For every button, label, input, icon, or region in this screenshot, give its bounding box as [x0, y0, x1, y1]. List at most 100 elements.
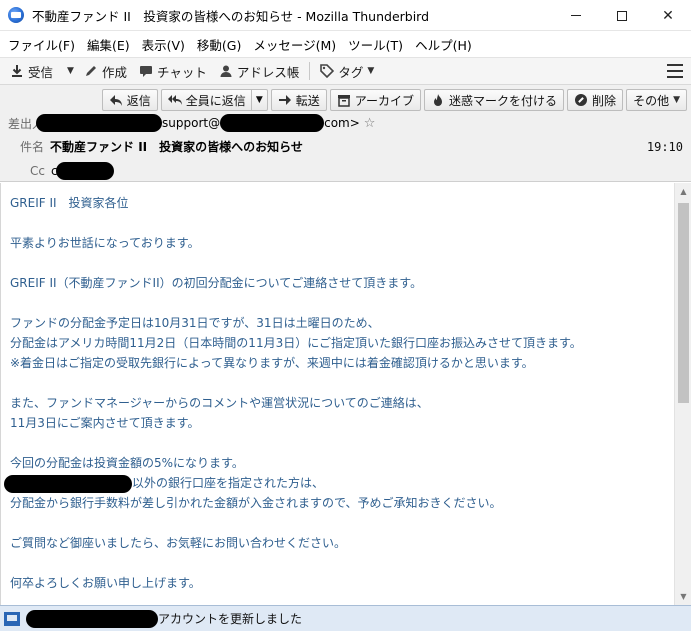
reply-icon	[109, 95, 122, 106]
subject-label: 件名	[20, 140, 45, 154]
body-line: ※着金日はご指定の受取先銀行によって異なりますが、来週中には着金確認頂けるかと思…	[10, 356, 534, 370]
reply-all-icon	[167, 95, 182, 105]
menu-view[interactable]: 表示(V)	[136, 35, 191, 54]
body-text: GREIF II 投資家各位平素よりお世話になっております。 GREIF II（不…	[4, 193, 670, 593]
body-line: 今回の分配金は投資金額の5%になります。	[10, 456, 244, 470]
download-icon	[12, 65, 22, 77]
from-row: 差出人 support@ com> ☆	[8, 114, 375, 132]
redacted-block	[4, 474, 132, 493]
main-toolbar: 受信 ▼ 作成 チャット アドレス帳 タグ ▼	[0, 57, 691, 85]
from-address-part1[interactable]: support@	[162, 116, 220, 130]
window-controls: ✕	[553, 0, 691, 31]
online-status-icon[interactable]	[4, 611, 20, 626]
message-time: 19:10	[646, 139, 683, 154]
body-line: また、ファンドマネージャーからのコメントや運営状況についてのご連絡は、	[10, 396, 429, 410]
menu-file[interactable]: ファイル(F)	[2, 35, 81, 54]
body-line	[10, 553, 670, 573]
window-title: 不動産ファンド II 投資家の皆様へのお知らせ - Mozilla Thunde…	[32, 8, 430, 24]
redacted-block	[220, 114, 325, 132]
body-line: GREIF II 投資家各位	[10, 196, 129, 210]
app-menu-button[interactable]	[667, 64, 683, 78]
message-body[interactable]: GREIF II 投資家各位平素よりお世話になっております。 GREIF II（不…	[0, 183, 691, 605]
body-line: 以外の銀行口座を指定された方は、	[4, 473, 670, 493]
body-line: 何卒よろしくお願い申し上げます。	[10, 576, 201, 590]
archive-label: アーカイブ	[354, 93, 415, 108]
cc-label: Cc	[30, 164, 45, 178]
archive-icon	[337, 95, 350, 107]
cc-row: Cc c	[30, 162, 114, 180]
addressbook-label: アドレス帳	[236, 64, 300, 80]
chat-label: チャット	[156, 64, 207, 80]
menu-edit[interactable]: 編集(E)	[81, 35, 136, 54]
tag-label: タグ	[338, 64, 364, 80]
menu-message[interactable]: メッセージ(M)	[247, 35, 342, 54]
reply-all-button[interactable]: 全員に返信 ▼	[160, 89, 268, 111]
body-line	[10, 373, 670, 393]
status-text: アカウントを更新しました	[158, 612, 303, 626]
chat-icon	[139, 66, 152, 77]
title-bar: 不動産ファンド II 投資家の皆様へのお知らせ - Mozilla Thunde…	[0, 0, 691, 31]
toolbar-separator	[309, 62, 311, 80]
chevron-down-icon[interactable]: ▼	[250, 90, 267, 110]
reply-label: 返信	[126, 93, 151, 108]
scrollbar-thumb[interactable]	[678, 203, 689, 403]
close-icon: ✕	[662, 7, 674, 24]
chat-button[interactable]: チャット	[133, 60, 213, 82]
thunderbird-icon	[8, 7, 24, 23]
minimize-button[interactable]	[553, 0, 599, 31]
flame-icon	[434, 94, 443, 106]
from-address-part2[interactable]: com>	[324, 116, 360, 130]
chevron-down-icon: ▼	[367, 66, 375, 76]
body-line: GREIF II（不動産ファンドII）の初回分配金についてご連絡させて頂きます。	[10, 276, 423, 290]
body-line	[10, 433, 670, 453]
chevron-down-icon: ▼	[67, 66, 74, 76]
delete-button[interactable]: 削除	[567, 89, 624, 111]
more-button[interactable]: その他 ▼	[626, 89, 687, 111]
subject-row: 件名 不動産ファンド II 投資家の皆様へのお知らせ 19:10	[20, 138, 691, 155]
receive-label: 受信	[28, 64, 54, 80]
body-line: ファンドの分配金予定日は10月31日ですが、31日は土曜日のため、	[10, 316, 380, 330]
tag-button[interactable]: タグ ▼	[314, 60, 380, 82]
redacted-block	[55, 162, 114, 180]
delete-icon	[575, 94, 588, 106]
message-header: 返信 全員に返信 ▼ 転送 アーカイブ 迷惑マークを付ける 削除 その他 ▼ 差…	[0, 85, 691, 182]
compose-label: 作成	[101, 64, 127, 80]
scroll-up-icon[interactable]: ▲	[675, 183, 691, 200]
body-line: ご質問など御座いましたら、お気軽にお問い合わせください。	[10, 536, 347, 550]
tag-icon	[320, 64, 335, 78]
scroll-down-icon[interactable]: ▼	[675, 588, 691, 605]
subject-value: 不動産ファンド II 投資家の皆様へのお知らせ	[50, 140, 303, 154]
body-line	[10, 213, 670, 233]
archive-button[interactable]: アーカイブ	[329, 89, 422, 111]
vertical-scrollbar[interactable]: ▲ ▼	[674, 183, 691, 605]
maximize-button[interactable]	[599, 0, 645, 31]
menu-go[interactable]: 移動(G)	[191, 35, 247, 54]
compose-button[interactable]: 作成	[78, 60, 133, 82]
menu-bar: ファイル(F) 編集(E) 表示(V) 移動(G) メッセージ(M) ツール(T…	[0, 31, 691, 57]
chevron-down-icon: ▼	[673, 95, 680, 105]
redacted-block	[26, 609, 158, 628]
forward-button[interactable]: 転送	[270, 89, 327, 111]
minimize-icon	[571, 15, 581, 16]
receive-button[interactable]: 受信	[4, 60, 59, 82]
reply-button[interactable]: 返信	[101, 89, 158, 111]
body-line	[10, 293, 670, 313]
body-line: 平素よりお世話になっております。	[10, 236, 200, 250]
maximize-icon	[617, 10, 627, 21]
person-icon	[220, 65, 232, 77]
body-line: 11月3日にご案内させて頂きます。	[10, 416, 200, 430]
menu-tools[interactable]: ツール(T)	[342, 35, 409, 54]
close-button[interactable]: ✕	[645, 0, 691, 31]
status-bar: アカウントを更新しました	[0, 605, 691, 631]
more-label: その他	[633, 93, 670, 108]
redacted-block	[36, 114, 163, 132]
pencil-icon	[85, 66, 96, 76]
reply-all-label: 全員に返信	[185, 93, 246, 108]
junk-button[interactable]: 迷惑マークを付ける	[424, 89, 565, 111]
star-icon[interactable]: ☆	[364, 116, 376, 131]
menu-help[interactable]: ヘルプ(H)	[409, 35, 478, 54]
junk-label: 迷惑マークを付ける	[449, 93, 558, 108]
receive-dropdown[interactable]: ▼	[59, 60, 78, 82]
forward-label: 転送	[295, 93, 320, 108]
addressbook-button[interactable]: アドレス帳	[213, 60, 306, 82]
